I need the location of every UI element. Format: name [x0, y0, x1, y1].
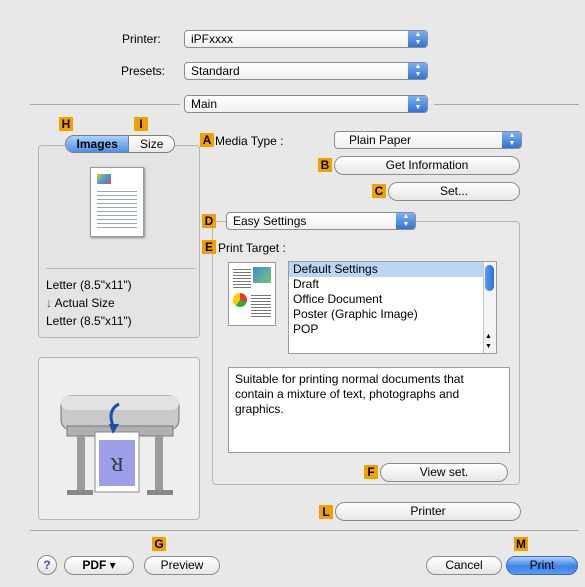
easy-settings-value: Easy Settings: [233, 214, 307, 228]
tab-images[interactable]: Images: [66, 136, 130, 152]
printer-button[interactable]: Printer: [335, 502, 521, 521]
printer-illustration-panel: R: [38, 357, 200, 520]
presets-value: Standard: [191, 64, 240, 78]
scaling-text: Actual Size: [54, 296, 115, 310]
preview-button[interactable]: Preview: [144, 556, 220, 575]
print-target-item[interactable]: Default Settings: [289, 262, 496, 277]
thumbnail-image-icon: [97, 174, 111, 184]
separator-right: [434, 104, 579, 105]
thumb-photo-icon: [253, 267, 271, 283]
tab-size[interactable]: Size: [129, 136, 174, 152]
presets-label: Presets:: [121, 64, 166, 78]
print-target-item[interactable]: POP: [289, 322, 496, 337]
print-dialog: { "printer": {"label": "Printer:", "valu…: [0, 0, 585, 587]
set-button[interactable]: Set...: [388, 182, 520, 201]
marker-d: D: [202, 214, 216, 228]
preview-divider: [46, 268, 196, 269]
media-type-value: Plain Paper: [349, 133, 412, 147]
get-information-button[interactable]: Get Information: [334, 156, 520, 175]
marker-i: I: [134, 117, 148, 131]
print-target-item[interactable]: Office Document: [289, 292, 496, 307]
marker-f: F: [364, 465, 378, 479]
marker-g: G: [152, 537, 166, 551]
marker-c: C: [372, 184, 386, 198]
printer-value: iPFxxxx: [191, 32, 233, 46]
paper-size-text: Letter (8.5"x11"): [46, 278, 132, 292]
view-tabs: Images Size: [65, 135, 175, 153]
popup-arrows-icon: ▲ ▼: [408, 63, 427, 79]
thumbnail-text-lines: [97, 188, 137, 230]
marker-m: M: [514, 537, 528, 551]
pdf-button[interactable]: PDF ▾: [64, 556, 134, 575]
marker-e: E: [202, 240, 216, 254]
marker-h: H: [59, 117, 73, 131]
print-target-list: Default Settings Draft Office Document P…: [288, 261, 497, 354]
view-set-button[interactable]: View set.: [380, 463, 508, 482]
printer-label: Printer:: [122, 32, 161, 46]
scaling-row: ↓ Actual Size: [46, 296, 115, 310]
scroll-down-icon[interactable]: ▼: [485, 343, 492, 351]
thumb-chart-icon: [233, 293, 247, 307]
svg-text:R: R: [110, 453, 124, 475]
print-button[interactable]: Print: [506, 556, 578, 575]
popup-arrows-icon: ▲ ▼: [408, 96, 427, 112]
panel-select-value: Main: [191, 97, 218, 111]
list-scrollbar[interactable]: ▲ ▼: [483, 262, 496, 353]
scroll-thumb[interactable]: [485, 265, 494, 291]
cancel-button[interactable]: Cancel: [426, 556, 502, 575]
popup-arrows-icon: ▲ ▼: [502, 132, 521, 148]
popup-arrows-icon: ▲ ▼: [396, 213, 415, 229]
help-icon[interactable]: ?: [37, 555, 57, 575]
marker-a: A: [200, 133, 214, 147]
easy-settings-popup[interactable]: Easy Settings ▲ ▼: [226, 212, 416, 230]
printer-popup[interactable]: iPFxxxx ▲ ▼: [184, 30, 428, 48]
print-target-label: Print Target :: [218, 241, 286, 255]
thumb-text-block-2: [251, 293, 271, 319]
marker-l: L: [319, 505, 333, 519]
print-target-item[interactable]: Draft: [289, 277, 496, 292]
print-target-thumbnail: [228, 262, 276, 326]
popup-arrows-icon: ▲ ▼: [408, 31, 427, 47]
page-thumbnail: [90, 167, 144, 237]
panel-select-popup[interactable]: Main ▲ ▼: [184, 95, 428, 113]
output-size-text: Letter (8.5"x11"): [46, 314, 132, 328]
scroll-up-icon[interactable]: ▲: [485, 333, 492, 341]
separator-left: [30, 104, 180, 105]
bottom-separator: [30, 530, 579, 531]
print-target-item[interactable]: Poster (Graphic Image): [289, 307, 496, 322]
large-format-printer-icon: R: [60, 395, 180, 495]
marker-b: B: [318, 158, 332, 172]
thumb-text-block: [233, 267, 251, 289]
media-type-popup[interactable]: Plain Paper ▲ ▼: [334, 131, 522, 149]
presets-popup[interactable]: Standard ▲ ▼: [184, 62, 428, 80]
media-type-label: Media Type :: [215, 134, 284, 148]
down-arrow-icon: ↓: [46, 296, 52, 310]
description-box: Suitable for printing normal documents t…: [228, 367, 510, 453]
